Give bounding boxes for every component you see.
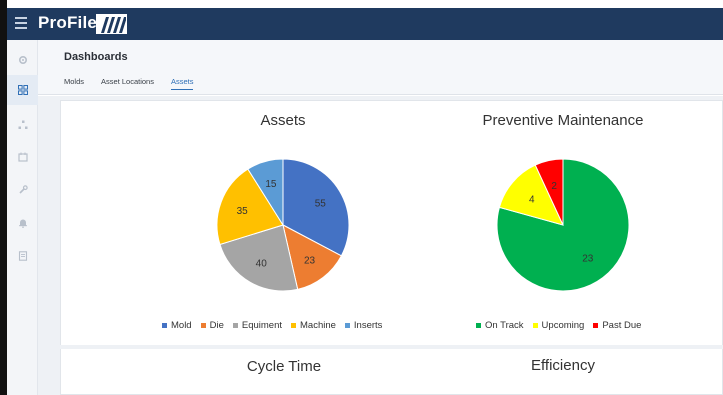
calendar-icon — [17, 152, 28, 162]
gear-icon — [18, 55, 27, 65]
tab-asset-locations[interactable]: Asset Locations — [101, 77, 154, 90]
legend-item[interactable]: On Track — [476, 320, 524, 331]
dashboard-grid-icon — [17, 85, 28, 95]
page-header: Dashboards Molds Asset Locations Assets — [38, 40, 723, 95]
pm-legend: On Track Upcoming Past Due — [476, 320, 650, 331]
dashboard-tabs: Molds Asset Locations Assets — [64, 77, 210, 90]
legend-label: On Track — [485, 320, 524, 331]
legend-label: Machine — [300, 320, 336, 331]
window-edge — [0, 0, 7, 395]
legend-item[interactable]: Equiment — [232, 320, 282, 331]
legend-label: Die — [209, 320, 224, 331]
panel-divider — [60, 345, 723, 349]
assets-chart-title: Assets — [260, 112, 306, 129]
menu-icon[interactable] — [15, 17, 29, 29]
sidebar-item-maintenance[interactable] — [7, 175, 38, 205]
legend-item[interactable]: Die — [200, 320, 224, 331]
sidebar-item-dashboards[interactable] — [7, 75, 38, 105]
app-window: ProFile Dashboards Molds Asset Locations… — [0, 0, 723, 395]
assets-pie-chart: 55 23 40 35 15 — [216, 158, 350, 292]
sidebar — [7, 40, 38, 395]
data-label: 40 — [256, 259, 268, 270]
brand-logo-icon — [96, 14, 127, 34]
legend-swatch — [344, 323, 350, 328]
sidebar-item-reports[interactable] — [7, 241, 38, 271]
legend-swatch — [291, 323, 296, 328]
data-label: 4 — [529, 195, 535, 206]
tab-molds[interactable]: Molds — [64, 77, 84, 90]
assets-legend: Mold Die Equiment Machine Inserts — [162, 320, 391, 331]
legend-item[interactable]: Machine — [291, 320, 336, 331]
legend-swatch — [532, 323, 538, 328]
legend-label: Upcoming — [541, 320, 585, 331]
efficiency-title: Efficiency — [531, 357, 595, 374]
legend-item[interactable]: Past Due — [593, 320, 641, 331]
data-label: 35 — [237, 206, 249, 217]
report-icon — [18, 251, 27, 261]
data-label: 23 — [304, 256, 316, 267]
sidebar-item-settings[interactable] — [7, 45, 38, 75]
pm-pie-chart: 23 4 2 — [496, 158, 630, 292]
legend-swatch — [162, 323, 167, 328]
pm-chart-title: Preventive Maintenance — [482, 112, 644, 129]
sidebar-item-calendar[interactable] — [7, 142, 38, 172]
legend-swatch — [232, 323, 238, 328]
brand-name: ProFile — [38, 13, 98, 32]
legend-item[interactable]: Mold — [162, 320, 192, 331]
sidebar-item-hierarchy[interactable] — [7, 110, 38, 140]
legend-swatch — [593, 323, 599, 328]
bell-icon — [18, 219, 27, 228]
data-label: 2 — [551, 181, 557, 192]
data-label: 23 — [582, 254, 594, 265]
sidebar-item-notifications[interactable] — [7, 208, 38, 238]
legend-swatch — [476, 323, 481, 328]
legend-item[interactable]: Upcoming — [532, 320, 585, 331]
data-label: 55 — [315, 199, 327, 210]
legend-item[interactable]: Inserts — [344, 320, 383, 331]
hierarchy-icon — [18, 120, 27, 129]
legend-label: Equiment — [241, 320, 282, 331]
legend-swatch — [200, 323, 206, 328]
legend-label: Past Due — [602, 320, 642, 331]
wrench-icon — [18, 185, 28, 194]
page-title: Dashboards — [64, 51, 128, 63]
legend-label: Inserts — [353, 320, 383, 331]
tab-assets[interactable]: Assets — [170, 77, 194, 90]
data-label: 15 — [265, 179, 277, 190]
legend-label: Mold — [171, 320, 192, 331]
top-bar: ProFile — [7, 8, 723, 40]
cycle-time-title: Cycle Time — [246, 358, 322, 375]
